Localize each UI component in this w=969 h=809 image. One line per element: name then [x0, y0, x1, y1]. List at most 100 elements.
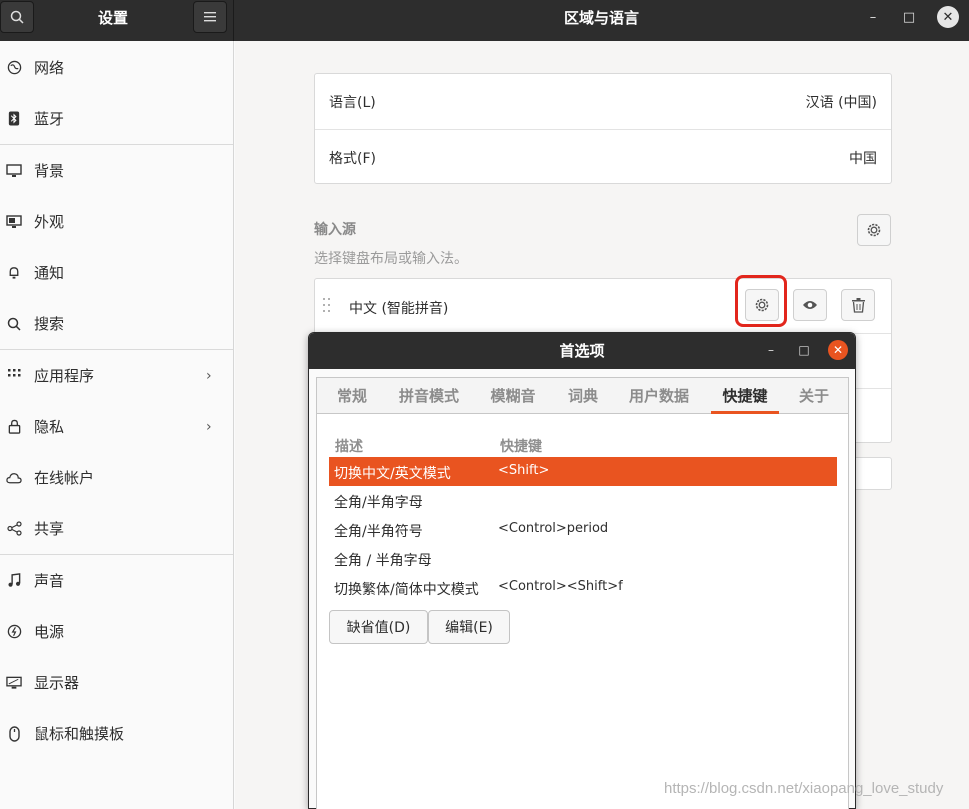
- tab-shortcuts[interactable]: 快捷键: [711, 378, 779, 414]
- share-icon: [6, 521, 22, 537]
- sidebar-item-label: 共享: [34, 520, 65, 538]
- power-icon: [6, 624, 22, 640]
- sidebar-item-applications[interactable]: 应用程序 ›: [0, 350, 233, 401]
- preferences-dialog: 首选项 – □ ✕ 常规 拼音模式 模糊音 词典 用户数据 快捷键 关于 描述 …: [308, 332, 856, 809]
- table-row[interactable]: 全角 / 半角字母: [329, 544, 837, 573]
- language-row[interactable]: 语言(L) 汉语 (中国): [315, 74, 891, 129]
- sidebar-item-label: 网络: [34, 59, 65, 77]
- format-label: 格式(F): [329, 150, 376, 167]
- sidebar-item-label: 外观: [34, 213, 65, 231]
- background-icon: [6, 163, 22, 179]
- tab-fuzzy[interactable]: 模糊音: [483, 378, 543, 414]
- bluetooth-icon: [6, 111, 22, 127]
- row-description: 切换中文/英文模式: [334, 466, 451, 482]
- input-sources-title: 输入源: [314, 222, 356, 238]
- watermark: https://blog.csdn.net/xiaopang_love_stud…: [664, 780, 944, 797]
- tab-pinyin-mode[interactable]: 拼音模式: [391, 378, 467, 414]
- sidebar-item-label: 隐私: [34, 418, 65, 436]
- sidebar-item-mouse-touchpad[interactable]: 鼠标和触摸板: [0, 708, 233, 759]
- input-source-remove-button[interactable]: [841, 289, 875, 321]
- close-icon: ✕: [832, 343, 844, 357]
- sidebar-item-label: 通知: [34, 264, 65, 282]
- lock-icon: [6, 419, 22, 435]
- row-description: 全角 / 半角字母: [334, 553, 432, 569]
- input-source-preview-button[interactable]: [793, 289, 827, 321]
- sidebar-item-background[interactable]: 背景: [0, 145, 233, 196]
- sidebar-item-label: 声音: [34, 572, 65, 590]
- input-source-name: 中文 (智能拼音): [349, 301, 449, 317]
- tab-general[interactable]: 常规: [329, 378, 375, 414]
- appearance-icon: [6, 214, 22, 230]
- hamburger-icon: [204, 12, 216, 22]
- sidebar-header: 设置: [0, 0, 234, 41]
- sidebar-item-label: 蓝牙: [34, 110, 65, 128]
- sidebar-item-sound[interactable]: 声音: [0, 555, 233, 606]
- sidebar-item-bluetooth[interactable]: 蓝牙: [0, 93, 233, 144]
- row-description: 全角/半角字母: [334, 495, 423, 511]
- row-shortcut: <Shift>: [498, 463, 550, 478]
- input-source-row[interactable]: 中文 (智能拼音): [315, 279, 891, 333]
- column-header-shortcut[interactable]: 快捷键: [500, 436, 542, 456]
- page-title: 区域与语言: [563, 9, 639, 27]
- table-row[interactable]: 切换繁体/简体中文模式 <Control><Shift>f: [329, 573, 837, 602]
- sidebar: 网络 蓝牙 背景 外观 通知 搜索 应用程序 › 隐私 › 在线帐户 共享 声音…: [0, 41, 234, 809]
- maximize-icon: □: [902, 9, 916, 25]
- sidebar-item-label: 应用程序: [34, 367, 95, 385]
- trash-icon: [851, 297, 865, 313]
- preferences-notebook: 常规 拼音模式 模糊音 词典 用户数据 快捷键 关于 描述 快捷键 切换中文/英…: [316, 377, 849, 809]
- dialog-minimize-button[interactable]: –: [761, 340, 781, 360]
- maximize-button[interactable]: □: [898, 6, 920, 28]
- sidebar-item-appearance[interactable]: 外观: [0, 196, 233, 247]
- column-header-description[interactable]: 描述: [335, 436, 363, 456]
- close-button[interactable]: ✕: [937, 6, 959, 28]
- search-button[interactable]: [0, 1, 34, 33]
- sidebar-item-search[interactable]: 搜索: [0, 298, 233, 349]
- dialog-close-button[interactable]: ✕: [828, 340, 848, 360]
- row-description: 切换繁体/简体中文模式: [334, 582, 479, 598]
- table-row[interactable]: 全角/半角字母: [329, 486, 837, 515]
- tab-dictionary[interactable]: 词典: [561, 378, 605, 414]
- maximize-icon: □: [798, 343, 810, 357]
- sidebar-item-sharing[interactable]: 共享: [0, 503, 233, 554]
- input-sources-subtitle: 选择键盘布局或输入法。: [314, 251, 468, 267]
- tab-bar: 常规 拼音模式 模糊音 词典 用户数据 快捷键 关于: [317, 378, 848, 414]
- sidebar-item-label: 显示器: [34, 674, 80, 692]
- network-icon: [6, 60, 22, 76]
- table-row[interactable]: 切换中文/英文模式 <Shift>: [329, 457, 837, 486]
- table-row[interactable]: 全角/半角符号 <Control>period: [329, 515, 837, 544]
- sidebar-item-label: 在线帐户: [34, 469, 95, 487]
- sidebar-item-label: 搜索: [34, 315, 65, 333]
- sidebar-item-privacy[interactable]: 隐私 ›: [0, 401, 233, 452]
- region-card: 语言(L) 汉语 (中国) 格式(F) 中国: [314, 73, 892, 184]
- row-shortcut: <Control><Shift>f: [498, 579, 623, 594]
- mouse-icon: [6, 725, 22, 742]
- format-row[interactable]: 格式(F) 中国: [315, 130, 891, 185]
- sidebar-item-online-accounts[interactable]: 在线帐户: [0, 452, 233, 503]
- format-value: 中国: [849, 150, 877, 167]
- drag-handle-icon[interactable]: [323, 296, 333, 314]
- sidebar-item-power[interactable]: 电源: [0, 606, 233, 657]
- search-icon: [10, 10, 24, 24]
- sidebar-item-notifications[interactable]: 通知: [0, 247, 233, 298]
- language-label: 语言(L): [329, 94, 376, 111]
- dialog-maximize-button[interactable]: □: [794, 340, 814, 360]
- chevron-right-icon: ›: [206, 418, 212, 435]
- gear-icon: [867, 223, 881, 237]
- tab-user-data[interactable]: 用户数据: [621, 378, 697, 414]
- chevron-right-icon: ›: [206, 367, 212, 384]
- default-button[interactable]: 缺省值(D): [329, 610, 428, 644]
- settings-title: 设置: [97, 9, 128, 27]
- menu-button[interactable]: [193, 1, 227, 33]
- apps-grid-icon: [6, 368, 22, 384]
- edit-button[interactable]: 编辑(E): [428, 610, 510, 644]
- sidebar-item-label: 背景: [34, 162, 65, 180]
- sidebar-item-network[interactable]: 网络: [0, 42, 233, 93]
- tab-about[interactable]: 关于: [791, 378, 837, 414]
- sidebar-item-displays[interactable]: 显示器: [0, 657, 233, 708]
- display-icon: [6, 675, 22, 691]
- search-icon: [6, 316, 22, 332]
- sidebar-item-label: 鼠标和触摸板: [34, 725, 125, 743]
- input-sources-options-button[interactable]: [857, 214, 891, 246]
- minimize-button[interactable]: –: [862, 6, 884, 28]
- bell-icon: [6, 265, 22, 281]
